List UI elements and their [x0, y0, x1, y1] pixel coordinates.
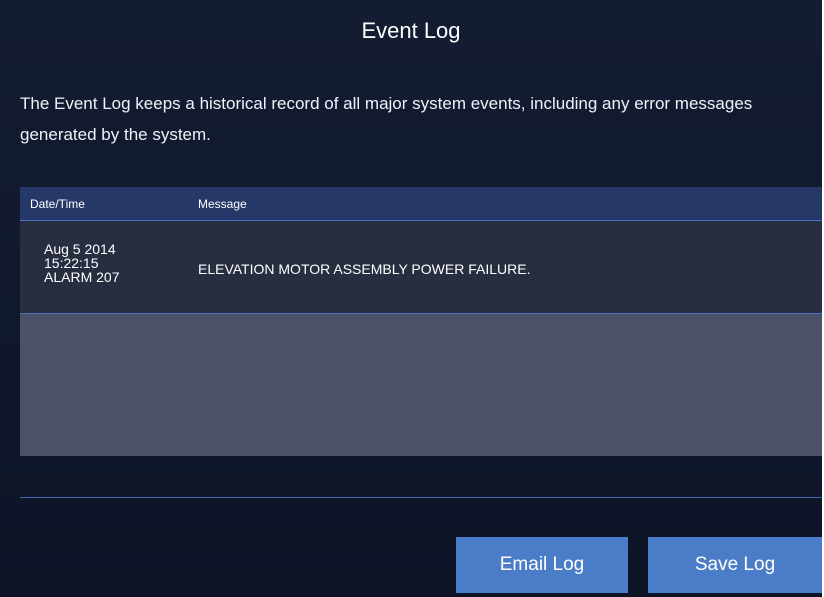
event-datetime-cell: Aug 5 2014 15:22:15 ALARM 207 — [44, 242, 119, 284]
page-description: The Event Log keeps a historical record … — [20, 94, 753, 144]
email-log-button[interactable]: Email Log — [456, 537, 628, 593]
table-header: Date/Time Message — [20, 187, 822, 221]
event-log-table: Date/Time Message Aug 5 2014 15:22:15 AL… — [20, 187, 822, 456]
event-time: 15:22:15 — [44, 255, 99, 271]
event-alarm-code: ALARM 207 — [44, 269, 120, 285]
event-date: Aug 5 2014 — [44, 241, 116, 257]
table-empty-area — [20, 314, 822, 456]
save-log-button[interactable]: Save Log — [648, 537, 822, 593]
event-message: ELEVATION MOTOR ASSEMBLY POWER FAILURE. — [198, 261, 531, 277]
page-title: Event Log — [361, 18, 461, 43]
table-row[interactable]: Aug 5 2014 15:22:15 ALARM 207 ELEVATION … — [20, 221, 822, 314]
column-header-datetime[interactable]: Date/Time — [30, 197, 85, 211]
column-header-message[interactable]: Message — [198, 197, 247, 211]
divider — [20, 497, 822, 498]
event-log-screen: Event Log The Event Log keeps a historic… — [0, 0, 822, 597]
